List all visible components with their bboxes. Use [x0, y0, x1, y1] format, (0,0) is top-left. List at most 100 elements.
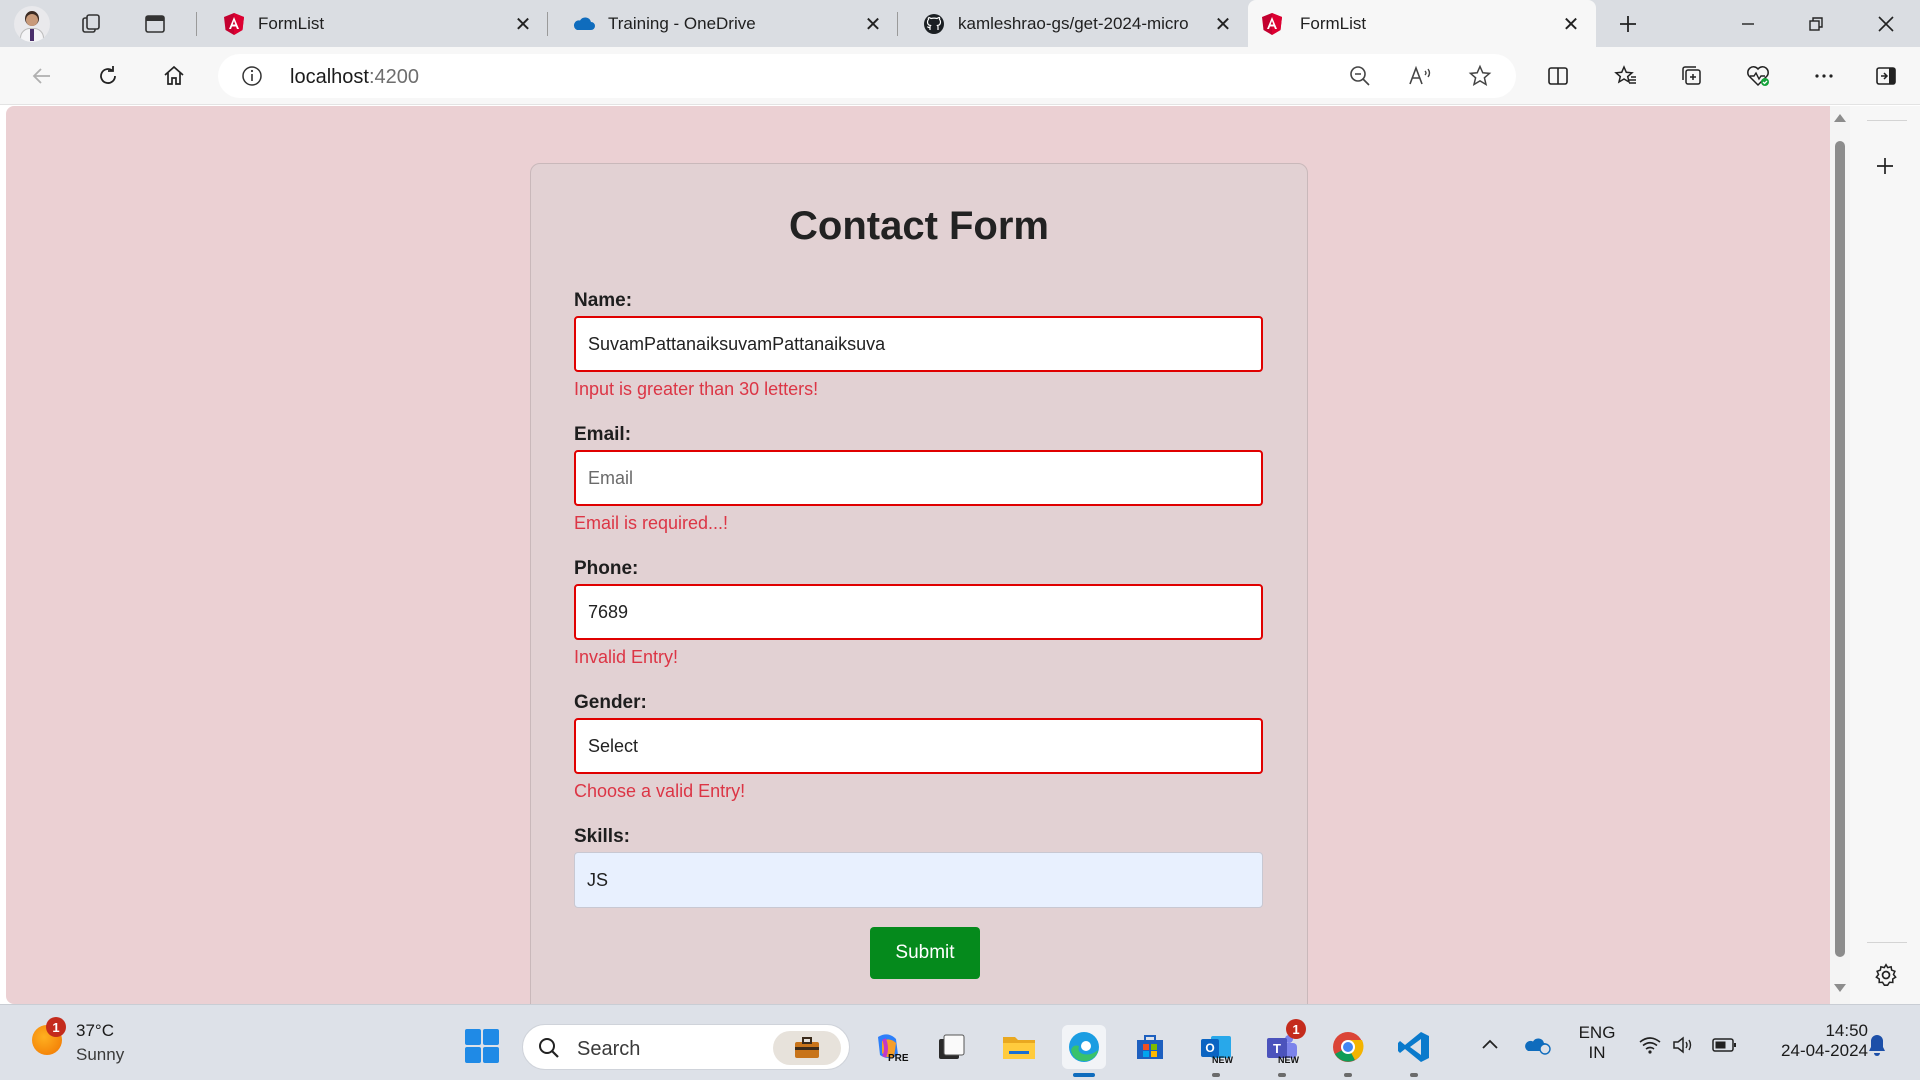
- browser-tab-strip: FormList ✕ Training - OneDrive ✕ kamlesh…: [0, 0, 1920, 47]
- copilot-app[interactable]: PRE: [866, 1025, 910, 1069]
- copilot-tag: PRE: [888, 1053, 909, 1064]
- name-input[interactable]: [574, 316, 1263, 372]
- search-highlight-image: [773, 1031, 841, 1065]
- close-tab-icon[interactable]: ✕: [861, 12, 885, 36]
- teams-tag: NEW: [1278, 1055, 1299, 1065]
- favorites-icon[interactable]: [1608, 58, 1644, 94]
- gender-select[interactable]: Select: [574, 718, 1263, 774]
- svg-text:O: O: [1205, 1041, 1214, 1055]
- onedrive-sync-icon[interactable]: [1524, 1033, 1552, 1055]
- collections-icon[interactable]: [1674, 58, 1710, 94]
- phone-label: Phone:: [574, 558, 639, 579]
- phone-input[interactable]: [574, 584, 1263, 640]
- zoom-out-icon[interactable]: [1348, 64, 1372, 88]
- battery-icon[interactable]: [1712, 1036, 1738, 1054]
- page-viewport: Contact Form Name: Input is greater than…: [6, 106, 1830, 1004]
- address-bar[interactable]: localhost:4200: [218, 54, 1516, 98]
- edge-sidebar: [1850, 106, 1920, 1004]
- new-tab-icon[interactable]: [1612, 8, 1644, 40]
- restore-icon[interactable]: [1796, 6, 1836, 42]
- wifi-icon[interactable]: [1638, 1035, 1662, 1055]
- sidebar-toggle-icon[interactable]: [1868, 58, 1904, 94]
- edge-icon: [1069, 1032, 1099, 1062]
- form-title: Contact Form: [789, 204, 1049, 248]
- svg-text:T: T: [1273, 1041, 1281, 1056]
- scroll-thumb[interactable]: [1835, 141, 1845, 957]
- refresh-icon[interactable]: [90, 58, 126, 94]
- briefcase-icon: [795, 1037, 819, 1058]
- teams-badge: 1: [1286, 1019, 1306, 1039]
- sidebar-settings-gear-icon[interactable]: [1873, 962, 1899, 988]
- close-window-icon[interactable]: [1866, 6, 1906, 42]
- gender-label: Gender:: [574, 692, 647, 713]
- vscode-app[interactable]: [1392, 1025, 1436, 1069]
- chevron-up-icon[interactable]: [1480, 1037, 1500, 1051]
- submit-button[interactable]: Submit: [870, 927, 980, 979]
- skills-label: Skills:: [574, 826, 630, 847]
- vertical-tabs-icon[interactable]: [139, 8, 171, 40]
- read-aloud-icon[interactable]: [1408, 64, 1434, 88]
- close-tab-icon[interactable]: ✕: [1211, 12, 1235, 36]
- home-icon[interactable]: [156, 58, 192, 94]
- tab-title: kamleshrao-gs/get-2024-micro: [958, 14, 1189, 33]
- more-options-icon[interactable]: [1806, 58, 1842, 94]
- browser-toolbar: localhost:4200: [0, 47, 1920, 105]
- scroll-down-icon[interactable]: [1834, 984, 1846, 992]
- email-error: Email is required...!: [574, 513, 729, 533]
- teams-app[interactable]: T NEW 1: [1260, 1019, 1306, 1069]
- vscode-icon: [1398, 1032, 1429, 1062]
- tab-onedrive[interactable]: Training - OneDrive ✕: [550, 0, 895, 47]
- file-explorer-app[interactable]: [997, 1025, 1041, 1069]
- browser-essentials-icon[interactable]: [1740, 58, 1776, 94]
- favorite-star-icon[interactable]: [1468, 64, 1492, 88]
- onedrive-icon: [573, 17, 595, 30]
- task-view-icon: [939, 1034, 965, 1059]
- close-tab-icon[interactable]: ✕: [511, 12, 535, 36]
- clock-date: 24-04-2024: [1781, 1041, 1868, 1060]
- taskbar-search[interactable]: Search: [522, 1024, 850, 1070]
- tab-formlist-active[interactable]: FormList ✕: [1248, 0, 1596, 47]
- store-icon: [1137, 1035, 1163, 1059]
- gender-error: Choose a valid Entry!: [574, 781, 746, 801]
- search-label: Search: [577, 1038, 641, 1060]
- back-arrow-icon[interactable]: [24, 58, 60, 94]
- notification-bell-icon[interactable]: [1866, 1033, 1888, 1057]
- email-input[interactable]: [574, 450, 1263, 506]
- clock-time: 14:50: [1825, 1021, 1868, 1040]
- edge-app[interactable]: [1062, 1025, 1106, 1069]
- phone-error: Invalid Entry!: [574, 647, 679, 667]
- url-text: localhost:4200: [290, 66, 419, 88]
- workspaces-icon[interactable]: [76, 8, 108, 40]
- tab-title: FormList: [1300, 14, 1367, 33]
- page-scrollbar[interactable]: [1830, 106, 1850, 1004]
- volume-icon[interactable]: [1672, 1035, 1694, 1055]
- github-icon: [924, 14, 944, 34]
- chrome-app[interactable]: [1326, 1025, 1370, 1069]
- name-error: Input is greater than 30 letters!: [574, 379, 819, 399]
- outlook-app[interactable]: O NEW: [1194, 1025, 1238, 1069]
- split-screen-icon[interactable]: [1540, 58, 1576, 94]
- add-sidebar-app-icon[interactable]: [1873, 154, 1897, 178]
- language-indicator[interactable]: ENG IN: [1574, 1023, 1620, 1063]
- outlook-tag: NEW: [1212, 1055, 1233, 1065]
- minimize-icon[interactable]: [1728, 6, 1768, 42]
- contact-form-card: Contact Form Name: Input is greater than…: [530, 163, 1308, 1004]
- weather-temperature: 37°C: [76, 1021, 114, 1040]
- tab-formlist-1[interactable]: FormList ✕: [200, 0, 545, 47]
- windows-start-icon[interactable]: [465, 1029, 499, 1063]
- microsoft-store-app[interactable]: [1128, 1025, 1172, 1069]
- tab-title: Training - OneDrive: [608, 14, 756, 33]
- site-info-icon[interactable]: [240, 64, 264, 88]
- weather-description: Sunny: [76, 1045, 125, 1064]
- tab-github[interactable]: kamleshrao-gs/get-2024-micro ✕: [900, 0, 1245, 47]
- name-label: Name:: [574, 290, 633, 311]
- tab-title: FormList: [258, 14, 325, 33]
- task-view-app[interactable]: [929, 1025, 973, 1069]
- profile-avatar[interactable]: [14, 6, 50, 42]
- scroll-up-icon[interactable]: [1834, 114, 1846, 122]
- clock[interactable]: 14:50 24-04-2024: [1756, 1021, 1868, 1061]
- skills-input[interactable]: [574, 852, 1263, 908]
- close-tab-icon[interactable]: ✕: [1559, 12, 1583, 36]
- email-label: Email:: [574, 424, 632, 445]
- search-icon: [539, 1038, 559, 1058]
